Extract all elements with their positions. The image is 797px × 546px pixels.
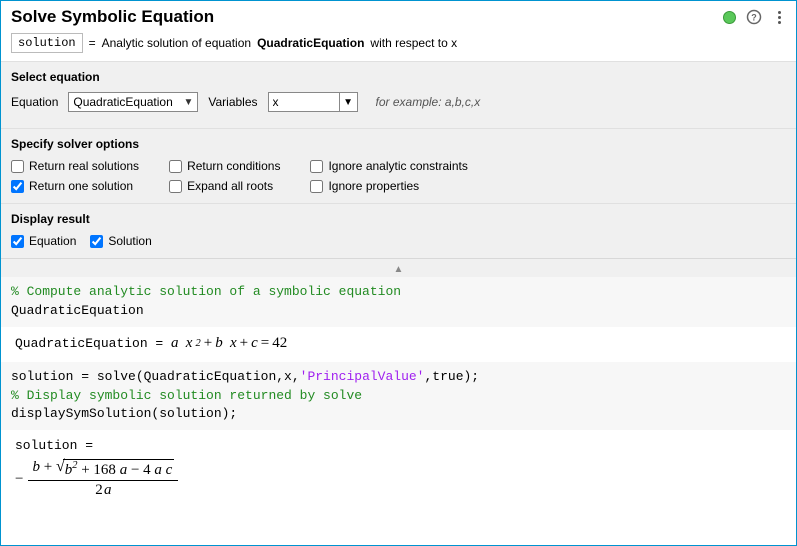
- svg-text:?: ?: [751, 13, 757, 23]
- ignore-properties-checkbox[interactable]: Ignore properties: [310, 179, 467, 193]
- panel-header: Solve Symbolic Equation ?: [1, 1, 796, 31]
- solver-options-title: Specify solver options: [11, 137, 786, 151]
- solver-options-section: Specify solver options Return real solut…: [1, 128, 796, 203]
- expand-roots-checkbox[interactable]: Expand all roots: [169, 179, 280, 193]
- variables-hint: for example: a,b,c,x: [376, 95, 481, 109]
- variables-input[interactable]: [269, 93, 339, 111]
- ignore-analytic-checkbox[interactable]: Ignore analytic constraints: [310, 159, 467, 173]
- output-variable-box: solution: [11, 33, 83, 53]
- chevron-down-icon[interactable]: ▼: [339, 93, 357, 111]
- code-line: QuadraticEquation: [11, 303, 144, 318]
- collapse-divider[interactable]: ▲: [1, 258, 796, 277]
- equation-select[interactable]: QuadraticEquation: [68, 92, 198, 112]
- status-indicator-icon: [723, 11, 736, 24]
- summary-pre: Analytic solution of equation: [102, 36, 251, 50]
- equation-label: Equation: [11, 95, 58, 109]
- equation-rhs: a x2 + b x + c = 42: [171, 335, 287, 352]
- equation-output: QuadraticEquation = a x2 + b x + c = 42: [1, 327, 796, 362]
- solution-output: solution = − b + √b2 + 168 a − 4 a c 2 a: [1, 430, 796, 509]
- display-result-section: Display result Equation Solution: [1, 203, 796, 258]
- equation-lhs: QuadraticEquation =: [15, 336, 171, 351]
- solution-expr: − b + √b2 + 168 a − 4 a c 2 a: [15, 459, 178, 499]
- summary-post: with respect to x: [370, 36, 457, 50]
- help-icon[interactable]: ?: [746, 9, 762, 25]
- summary-eqname: QuadraticEquation: [257, 36, 364, 50]
- display-result-title: Display result: [11, 212, 786, 226]
- code-line: solution = solve(QuadraticEquation,x,'Pr…: [11, 369, 479, 384]
- select-equation-title: Select equation: [11, 70, 786, 84]
- output-summary: solution = Analytic solution of equation…: [1, 31, 796, 61]
- solution-lhs: solution =: [15, 438, 782, 453]
- code-comment: % Compute analytic solution of a symboli…: [11, 284, 401, 299]
- panel-title: Solve Symbolic Equation: [11, 7, 723, 27]
- variables-field[interactable]: ▼: [268, 92, 358, 112]
- solve-symbolic-panel: Solve Symbolic Equation ? solution = Ana…: [0, 0, 797, 546]
- variables-label: Variables: [208, 95, 257, 109]
- code-block-2: solution = solve(QuadraticEquation,x,'Pr…: [1, 362, 796, 431]
- kebab-menu-icon[interactable]: [772, 9, 786, 25]
- return-one-checkbox[interactable]: Return one solution: [11, 179, 139, 193]
- triangle-up-icon: ▲: [394, 264, 404, 275]
- display-solution-checkbox[interactable]: Solution: [90, 234, 151, 248]
- return-real-checkbox[interactable]: Return real solutions: [11, 159, 139, 173]
- equals-sign: =: [89, 36, 96, 50]
- return-conditions-checkbox[interactable]: Return conditions: [169, 159, 280, 173]
- code-block-1: % Compute analytic solution of a symboli…: [1, 277, 796, 327]
- display-equation-checkbox[interactable]: Equation: [11, 234, 76, 248]
- select-equation-section: Select equation Equation QuadraticEquati…: [1, 61, 796, 128]
- code-comment: % Display symbolic solution returned by …: [11, 388, 362, 403]
- code-line: displaySymSolution(solution);: [11, 406, 237, 421]
